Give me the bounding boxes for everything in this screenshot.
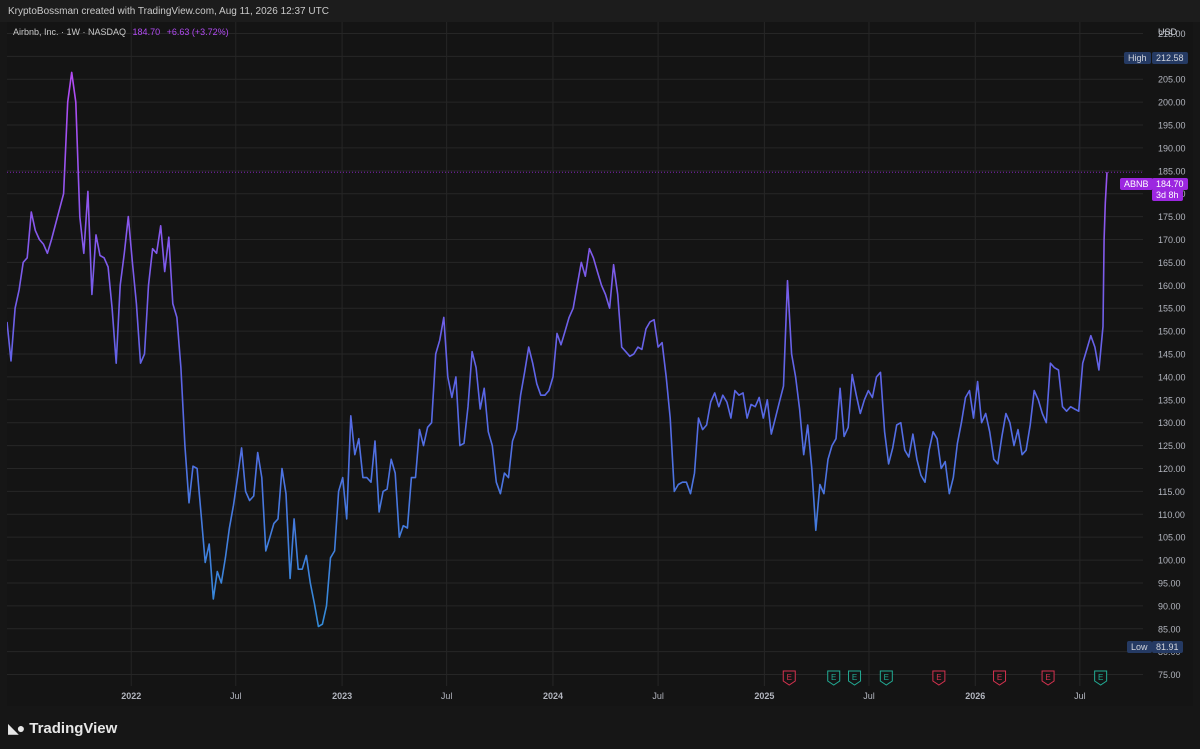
x-tick-label: 2025 bbox=[754, 691, 774, 701]
x-tick-label: Jul bbox=[863, 691, 875, 701]
tradingview-mark-icon: ◣● bbox=[8, 720, 25, 736]
footer bbox=[0, 706, 1200, 749]
earnings-marker-icon[interactable]: E bbox=[782, 670, 796, 686]
price-chart[interactable]: 75.0080.0085.0090.0095.00100.00105.00110… bbox=[7, 22, 1193, 706]
y-tick-label: 140.00 bbox=[1158, 372, 1186, 382]
x-tick-label: 2024 bbox=[543, 691, 563, 701]
x-tick-label: Jul bbox=[441, 691, 453, 701]
earnings-marker-icon[interactable]: E bbox=[993, 670, 1007, 686]
x-tick-label: Jul bbox=[1074, 691, 1086, 701]
tradingview-logo[interactable]: ◣● TradingView bbox=[8, 720, 117, 737]
svg-text:E: E bbox=[831, 673, 836, 682]
y-tick-label: 165.00 bbox=[1158, 258, 1186, 268]
earnings-marker-icon[interactable]: E bbox=[1094, 670, 1108, 686]
bar-countdown: 3d 8h bbox=[1152, 189, 1183, 201]
y-tick-label: 150.00 bbox=[1158, 327, 1186, 337]
earnings-marker-icon[interactable]: E bbox=[932, 670, 946, 686]
x-tick-label: 2022 bbox=[121, 691, 141, 701]
svg-text:E: E bbox=[884, 673, 889, 682]
svg-text:E: E bbox=[936, 673, 941, 682]
earnings-marker-icon[interactable]: E bbox=[879, 670, 893, 686]
current-ticker: ABNB bbox=[1120, 178, 1153, 190]
svg-text:E: E bbox=[997, 673, 1002, 682]
attribution-text: KryptoBossman created with TradingView.c… bbox=[8, 6, 329, 17]
y-tick-label: 170.00 bbox=[1158, 235, 1186, 245]
low-value: 81.91 bbox=[1152, 641, 1183, 653]
y-tick-label: 110.00 bbox=[1158, 510, 1185, 520]
currency-label[interactable]: USD bbox=[1158, 27, 1177, 37]
legend-symbol: Airbnb, Inc. · 1W · NASDAQ bbox=[13, 27, 127, 37]
y-tick-label: 205.00 bbox=[1158, 75, 1186, 85]
y-tick-label: 125.00 bbox=[1158, 441, 1186, 451]
earnings-marker-icon[interactable]: E bbox=[848, 670, 862, 686]
y-tick-label: 90.00 bbox=[1158, 601, 1181, 611]
x-tick-label: Jul bbox=[652, 691, 664, 701]
y-tick-label: 145.00 bbox=[1158, 350, 1186, 360]
chart-legend[interactable]: Airbnb, Inc. · 1W · NASDAQ 184.70 +6.63 … bbox=[13, 27, 229, 37]
attribution-bar: KryptoBossman created with TradingView.c… bbox=[0, 0, 1200, 22]
x-tick-label: Jul bbox=[230, 691, 242, 701]
price-line-series bbox=[7, 71, 1108, 628]
y-tick-label: 95.00 bbox=[1158, 578, 1181, 588]
y-tick-label: 160.00 bbox=[1158, 281, 1186, 291]
y-tick-label: 195.00 bbox=[1158, 121, 1186, 131]
y-tick-label: 185.00 bbox=[1158, 166, 1186, 176]
high-value: 212.58 bbox=[1152, 52, 1188, 64]
y-tick-label: 115.00 bbox=[1158, 487, 1185, 497]
earnings-marker-icon[interactable]: E bbox=[1041, 670, 1055, 686]
high-label: High bbox=[1124, 52, 1151, 64]
y-tick-label: 175.00 bbox=[1158, 212, 1186, 222]
y-tick-label: 200.00 bbox=[1158, 98, 1186, 108]
chart-panel[interactable]: 75.0080.0085.0090.0095.00100.00105.00110… bbox=[7, 22, 1193, 706]
y-tick-label: 190.00 bbox=[1158, 143, 1186, 153]
earnings-marker-icon[interactable]: E bbox=[827, 670, 841, 686]
low-label: Low bbox=[1127, 641, 1152, 653]
y-tick-label: 75.00 bbox=[1158, 670, 1181, 680]
y-tick-label: 135.00 bbox=[1158, 395, 1186, 405]
tradingview-brand: TradingView bbox=[29, 720, 118, 737]
svg-text:E: E bbox=[787, 673, 792, 682]
svg-text:E: E bbox=[1098, 673, 1103, 682]
svg-text:E: E bbox=[1045, 673, 1050, 682]
y-tick-label: 105.00 bbox=[1158, 533, 1186, 543]
legend-price: 184.70 bbox=[132, 27, 161, 37]
legend-change: +6.63 (+3.72%) bbox=[166, 27, 229, 37]
x-tick-label: 2023 bbox=[332, 691, 352, 701]
y-tick-label: 85.00 bbox=[1158, 624, 1181, 634]
y-tick-label: 130.00 bbox=[1158, 418, 1186, 428]
y-tick-label: 155.00 bbox=[1158, 304, 1186, 314]
y-tick-label: 100.00 bbox=[1158, 556, 1186, 566]
svg-text:E: E bbox=[852, 673, 857, 682]
x-tick-label: 2026 bbox=[965, 691, 985, 701]
y-tick-label: 120.00 bbox=[1158, 464, 1186, 474]
